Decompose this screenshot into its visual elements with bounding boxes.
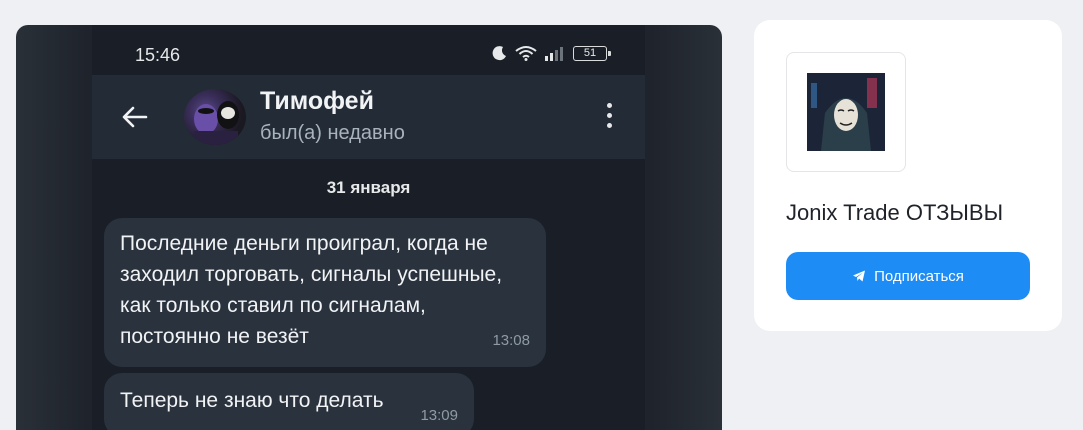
subscribe-label: Подписаться [874, 267, 964, 285]
battery-icon: 51 [573, 45, 611, 61]
post-image[interactable]: 15:46 51 Тимофей был(а) недавно 31 январ… [16, 25, 722, 430]
chat-header: Тимофей был(а) недавно [92, 75, 645, 159]
back-arrow-icon [122, 106, 148, 128]
contact-name: Тимофей [260, 87, 374, 115]
message-text: Теперь не знаю что делать [120, 389, 384, 412]
message-time: 13:09 [420, 407, 458, 424]
subscribe-button[interactable]: Подписаться [786, 252, 1030, 300]
message-text: Последние деньги проиграл, когда не захо… [120, 232, 503, 348]
message-bubble: Теперь не знаю что делать 13:09 [104, 373, 474, 430]
status-icons: 51 [492, 45, 611, 61]
channel-name: Jonix Trade ОТЗЫВЫ [786, 200, 1004, 225]
contact-avatar [184, 89, 246, 145]
more-vert-icon [605, 103, 613, 131]
contact-status: был(а) недавно [260, 122, 405, 144]
telegram-plane-icon [853, 270, 866, 282]
phone-screenshot: 15:46 51 Тимофей был(а) недавно 31 январ… [92, 25, 645, 430]
channel-card: Jonix Trade ОТЗЫВЫ Подписаться [754, 20, 1062, 331]
message-bubble: Последние деньги проиграл, когда не захо… [104, 218, 546, 367]
wifi-icon [515, 46, 537, 61]
channel-avatar-frame[interactable] [786, 52, 906, 172]
status-time: 15:46 [135, 45, 181, 65]
message-time: 13:08 [492, 332, 530, 349]
signal-icon [545, 47, 563, 61]
channel-avatar [807, 73, 885, 151]
status-bar: 15:46 51 [92, 25, 645, 75]
moon-icon [492, 46, 506, 61]
date-separator: 31 января [326, 178, 411, 197]
